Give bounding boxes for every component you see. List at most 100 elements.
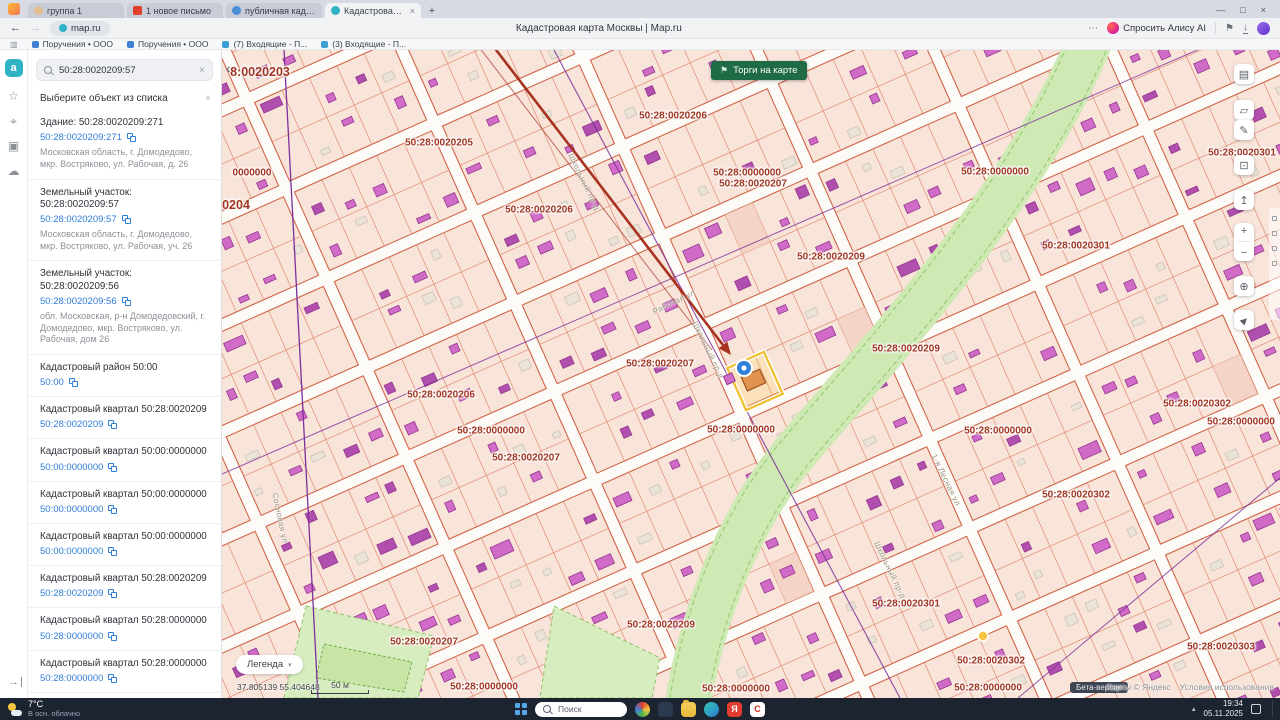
result-code-link[interactable]: 50:00:0000000	[40, 462, 103, 473]
measure-button[interactable]: ▱	[1234, 100, 1254, 120]
weather-widget[interactable]: 7°С В осн. облачно	[0, 699, 88, 717]
forward-icon[interactable]: →	[30, 22, 41, 34]
show-desktop-button[interactable]	[1272, 701, 1275, 717]
minimize-button[interactable]: —	[1216, 5, 1225, 15]
copy-icon[interactable]	[121, 296, 131, 306]
result-code-link[interactable]: 50:28:0000000	[40, 631, 103, 642]
url-field[interactable]: map.ru	[50, 20, 110, 36]
zoom-out-button[interactable]: −	[1241, 247, 1247, 259]
draw-button[interactable]: ✎	[1234, 120, 1254, 140]
yandex-browser-icon[interactable]	[635, 701, 650, 717]
result-address: обл. Московская, р-н Домодедовский, г. Д…	[40, 310, 206, 345]
list-item[interactable]: Кадастровый квартал 50:00:0000000 50:00:0…	[28, 524, 221, 567]
copy-icon[interactable]	[126, 133, 136, 143]
locate-button[interactable]: ▶	[1234, 310, 1254, 330]
browser-tab-group1[interactable]: группа 1	[28, 3, 124, 18]
side-panel-toggle-icon[interactable]: ▥	[10, 40, 18, 49]
back-icon[interactable]: ←	[10, 22, 21, 34]
close-button[interactable]: ×	[1261, 5, 1266, 15]
result-code-link[interactable]: 50:28:0020209	[40, 588, 103, 599]
result-code-link[interactable]: 50:28:0020209:57	[40, 214, 117, 225]
tab-close-icon[interactable]: ×	[410, 6, 415, 16]
copy-icon[interactable]	[108, 673, 118, 683]
bookmark-item[interactable]: Поручения • ООО	[127, 39, 208, 49]
tab-groups-icon[interactable]	[8, 3, 20, 15]
result-code-link[interactable]: 50:28:0000000	[40, 673, 103, 684]
list-item[interactable]: Кадастровый квартал 50:28:0000000 50:28:0…	[28, 651, 221, 693]
favorites-star-icon[interactable]: ☆	[8, 90, 19, 102]
file-explorer-icon[interactable]	[681, 699, 696, 717]
list-item[interactable]: Земельный участок: 50:28:0020209:57 50:28…	[28, 180, 221, 262]
copy-icon[interactable]	[121, 215, 131, 225]
browser-tab-pkk[interactable]: публичная кадастровая	[226, 3, 322, 18]
globe-icon	[232, 6, 241, 15]
print-button[interactable]: ⊡	[1234, 155, 1254, 175]
clock[interactable]: 19:34 05.11.2025	[1204, 699, 1243, 718]
terms-link[interactable]: Условия использования	[1180, 682, 1274, 692]
result-code-link[interactable]: 50:00	[40, 377, 64, 388]
close-results-icon[interactable]: ×	[205, 93, 211, 104]
collapse-panel-icon[interactable]: ‹	[226, 61, 231, 75]
copy-icon[interactable]	[108, 420, 118, 430]
taskbar-search[interactable]: Поиск	[535, 701, 627, 717]
downloads-icon[interactable]: ↓	[1243, 22, 1248, 34]
browser-tab-mail[interactable]: 1 новое письмо	[127, 3, 223, 18]
app-logo[interactable]: a	[4, 59, 23, 77]
doc-icon	[31, 40, 39, 48]
new-tab-button[interactable]: +	[424, 5, 440, 17]
dark-app-icon[interactable]	[658, 701, 673, 717]
map-area[interactable]: Школьный пр-д Школьный пр-д Школьный пр-д Р…	[222, 50, 1280, 698]
result-code-link[interactable]: 50:00:0000000	[40, 546, 103, 557]
list-item[interactable]: Кадастровый квартал 50:00:0000000 50:00:0…	[28, 439, 221, 482]
copy-icon[interactable]	[108, 504, 118, 514]
bookmark-item[interactable]: (7) Входящие - П...	[222, 39, 307, 49]
overflow-menu-icon[interactable]: ⋯	[1088, 23, 1098, 34]
browser-tab-active[interactable]: Кадастровая карта Мо ×	[325, 3, 421, 18]
envelope-icon	[321, 40, 329, 48]
alice-button[interactable]: Спросить Алису AI	[1107, 22, 1206, 34]
bookmark-flag-icon[interactable]: ⚑	[1225, 23, 1234, 34]
layers-button[interactable]: ▤	[1234, 64, 1254, 84]
copy-icon[interactable]	[68, 378, 78, 388]
list-item[interactable]: Кадастровый квартал 50:28:0000000 50:28:0…	[28, 608, 221, 651]
legend-button[interactable]: Легенда ▾	[236, 655, 303, 674]
bookmark-item[interactable]: (3) Входящие - П...	[321, 39, 406, 49]
poi-marker[interactable]	[977, 630, 989, 642]
cloud-icon[interactable]: ☁	[8, 165, 20, 177]
list-item[interactable]: Земельный участок: 50:28:0020209:56 50:28…	[28, 261, 221, 355]
list-item[interactable]: Кадастровый квартал 50:00:0000000 50:00:0…	[28, 482, 221, 524]
copy-icon[interactable]	[108, 589, 118, 599]
start-button[interactable]	[515, 703, 527, 715]
c-app-icon[interactable]: C	[750, 701, 765, 717]
profile-avatar[interactable]	[1257, 21, 1270, 35]
clear-search-icon[interactable]: ×	[199, 65, 205, 76]
bookmark-item[interactable]: Поручения • ООО	[31, 39, 113, 49]
list-item[interactable]: Кадастровый район 50:00 50:00	[28, 355, 221, 398]
list-item[interactable]: Здание: 50:28:0020209:271 50:28:0020209:2…	[28, 110, 221, 180]
result-code-link[interactable]: 50:00:0000000	[40, 504, 103, 515]
result-code-link[interactable]: 50:28:0020209:56	[40, 296, 117, 307]
result-title: Кадастровый квартал 50:28:0020209	[40, 573, 207, 585]
torgi-button[interactable]: ⚑ Торги на карте	[711, 61, 807, 80]
zoom-in-button[interactable]: +	[1241, 225, 1247, 237]
copy-icon[interactable]	[108, 631, 118, 641]
browser-side-panel[interactable]	[1269, 208, 1280, 320]
copy-icon[interactable]	[108, 547, 118, 557]
list-item[interactable]: Кадастровый квартал 50:28:0020209 50:28:0…	[28, 397, 221, 440]
objects-icon[interactable]: ▣	[8, 140, 19, 152]
edge-browser-icon[interactable]	[704, 701, 719, 717]
result-code-link[interactable]: 50:28:0020209	[40, 419, 103, 430]
share-button[interactable]: ↥	[1234, 190, 1254, 210]
list-item[interactable]: Кадастровый квартал 50:28:0020209 50:28:0…	[28, 566, 221, 609]
copy-icon[interactable]	[108, 462, 118, 472]
exit-icon[interactable]: →	[8, 676, 22, 688]
notifications-icon[interactable]	[1251, 704, 1261, 714]
yandex-app-icon[interactable]: Я	[727, 701, 742, 717]
maximize-button[interactable]: □	[1240, 5, 1245, 15]
map-canvas[interactable]	[222, 50, 1280, 698]
pan-button[interactable]: ⊕	[1234, 276, 1254, 296]
plan-icon[interactable]: ⌖	[10, 115, 17, 127]
search-input[interactable]: 50:28:0020209:57 ×	[36, 59, 213, 81]
result-code-link[interactable]: 50:28:0020209:271	[40, 132, 122, 143]
hidden-icons-chevron[interactable]: ▴	[1192, 705, 1196, 713]
